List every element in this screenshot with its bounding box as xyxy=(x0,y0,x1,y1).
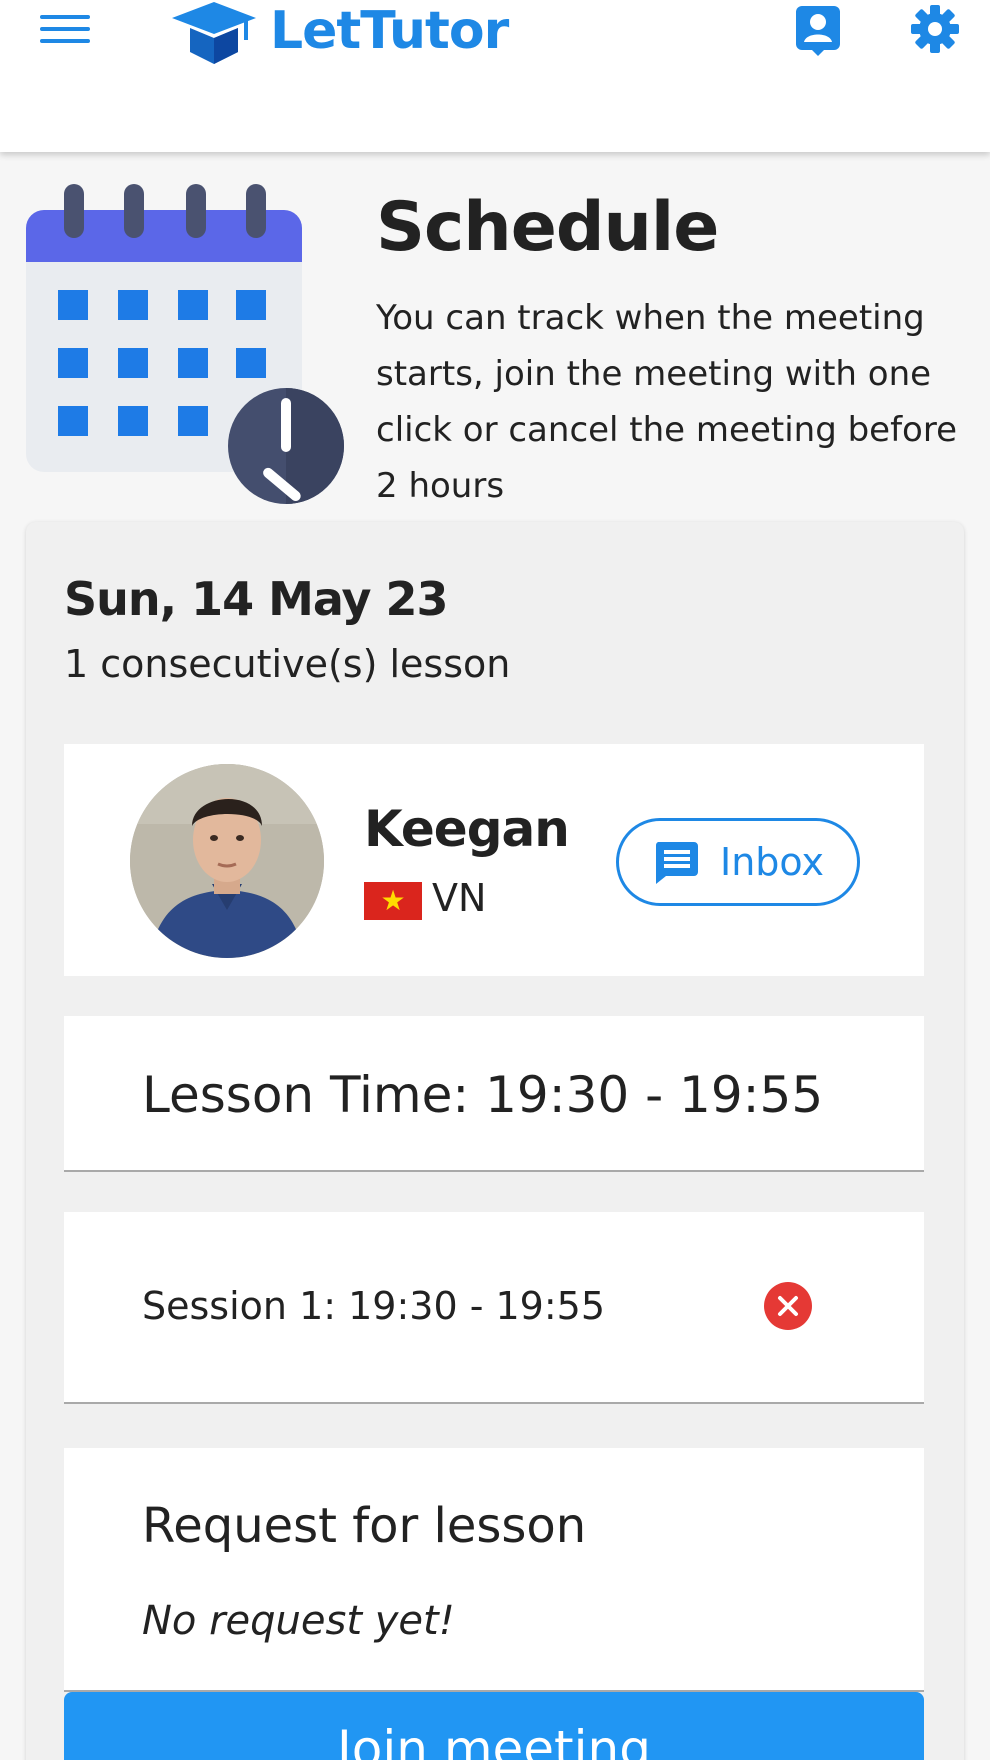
page-description: You can track when the meeting starts, j… xyxy=(376,298,958,506)
avatar[interactable] xyxy=(130,764,324,958)
brand-name: LetTutor xyxy=(270,1,509,61)
booking-date: Sun, 14 May 23 xyxy=(64,572,449,626)
tutor-name[interactable]: Keegan xyxy=(364,800,570,858)
join-meeting-label: Join meeting xyxy=(337,1720,651,1760)
lesson-count: 1 consecutive(s) lesson xyxy=(64,642,511,686)
request-empty-text: No request yet! xyxy=(142,1598,455,1644)
tutor-photo xyxy=(130,764,324,958)
lesson-time: Lesson Time: 19:30 - 19:55 xyxy=(142,1066,824,1124)
join-meeting-button[interactable]: Join meeting xyxy=(64,1692,924,1760)
session-time: Session 1: 19:30 - 19:55 xyxy=(142,1284,606,1328)
lesson-time-box: Lesson Time: 19:30 - 19:55 xyxy=(64,1016,924,1172)
page-title: Schedule xyxy=(376,188,719,267)
user-profile-icon[interactable] xyxy=(794,4,842,56)
close-icon xyxy=(778,1296,798,1316)
hamburger-menu-icon[interactable] xyxy=(40,8,90,50)
lesson-request-box: Request for lesson No request yet! xyxy=(64,1448,924,1692)
tutor-country: VN xyxy=(432,876,487,920)
chat-message-icon xyxy=(655,842,698,884)
request-title: Request for lesson xyxy=(142,1498,587,1554)
session-box: Session 1: 19:30 - 19:55 xyxy=(64,1212,924,1404)
calendar-clock-icon xyxy=(26,184,344,504)
inbox-button[interactable]: Inbox xyxy=(616,818,860,906)
cancel-session-icon[interactable] xyxy=(764,1282,812,1330)
graduation-cap-icon xyxy=(172,2,256,64)
inbox-label: Inbox xyxy=(720,840,824,884)
tutor-info: Keegan ★ VN Inbox xyxy=(64,744,924,976)
vietnam-flag-icon: ★ xyxy=(364,882,422,920)
booking-card: Sun, 14 May 23 1 consecutive(s) lesson K… xyxy=(26,522,964,1760)
brand-logo[interactable]: LetTutor xyxy=(168,0,509,64)
app-header: LetTutor xyxy=(0,0,990,152)
gear-icon[interactable] xyxy=(910,4,960,54)
